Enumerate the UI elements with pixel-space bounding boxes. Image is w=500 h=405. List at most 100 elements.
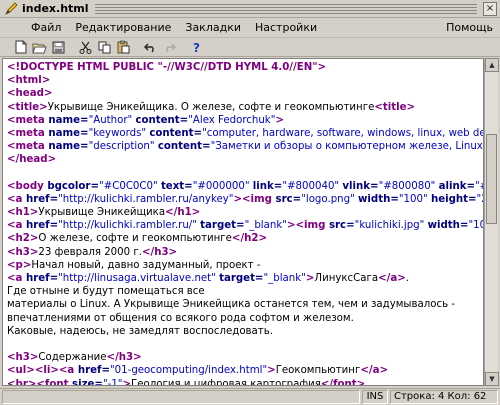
code-line: <meta name="Author" content="Alex Fedorc… xyxy=(7,114,483,127)
menu-bookmarks[interactable]: Закладки xyxy=(178,21,248,34)
code-lines: <!DOCTYPE HTML PUBLIC "-//W3C//DTD HYML … xyxy=(7,61,483,386)
code-token-tag: <a xyxy=(7,273,26,284)
code-line: <h2>О железе, софте и геокомпьютинге</h2… xyxy=(7,232,483,245)
status-message xyxy=(2,390,360,404)
code-token-val: "-1" xyxy=(102,378,123,386)
title-bar: index.html × xyxy=(0,0,500,18)
code-token-attr: content= xyxy=(135,114,189,126)
new-file-button[interactable] xyxy=(12,39,29,55)
scroll-up-arrow-icon[interactable]: ▲ xyxy=(485,58,499,72)
code-line: <meta name="description" content="Заметк… xyxy=(7,140,483,153)
code-token-tag: </a> xyxy=(378,273,406,284)
code-token-tag: </h3> xyxy=(141,246,178,258)
code-token-val: "100" xyxy=(398,193,431,205)
code-token-val: "http://kulichki.rambler.ru/" xyxy=(58,220,201,232)
code-token-attr: target= xyxy=(219,273,264,284)
paste-button[interactable] xyxy=(115,39,132,55)
close-window-button[interactable]: × xyxy=(483,1,497,16)
code-line: <a href="http://kulichki.rambler.ru/" ta… xyxy=(7,219,483,232)
code-token-tag: <h2> xyxy=(7,233,39,245)
code-token-txt: Содержание xyxy=(38,352,107,364)
save-button[interactable] xyxy=(50,39,67,55)
menu-settings[interactable]: Настройки xyxy=(248,21,324,34)
code-token-attr: content= xyxy=(149,127,203,139)
code-token-attr: bgcolor= xyxy=(47,180,99,192)
title-bar-grip xyxy=(94,3,477,14)
toolbar: ? xyxy=(0,38,500,57)
code-token-val: "_blank" xyxy=(263,273,306,284)
save-icon xyxy=(52,41,65,53)
code-token-txt: 23 февраля 2000 г. xyxy=(38,246,142,258)
code-token-attr: width= xyxy=(358,193,399,205)
vertical-scrollbar[interactable]: ▲ ▼ xyxy=(484,58,499,386)
code-editor[interactable]: <!DOCTYPE HTML PUBLIC "-//W3C//DTD HYML … xyxy=(2,58,484,386)
scrollbar-thumb[interactable] xyxy=(486,134,497,224)
code-token-tag: <meta xyxy=(7,127,49,139)
code-token-txt: Геокомпьютинг xyxy=(275,365,361,377)
code-token-tag: </h1> xyxy=(165,207,201,219)
code-token-val: "kulichiki.jpg" xyxy=(354,220,428,232)
code-line: Где отныне и будут помещаться все xyxy=(7,285,483,298)
code-token-attr: width= xyxy=(427,220,469,232)
paste-icon xyxy=(117,40,130,54)
code-token-tag: <title> xyxy=(374,101,416,113)
redo-button[interactable] xyxy=(161,39,178,55)
code-token-tag: <meta xyxy=(7,141,49,153)
code-token-tag: ><img xyxy=(286,220,329,232)
code-token-val: "http://kulichki.rambler.ru/anykey" xyxy=(58,193,234,205)
menu-bar: Файл Редактирование Закладки Настройки П… xyxy=(0,18,500,38)
code-line: <h1>Укрывище Эникейщика</h1> xyxy=(7,206,483,219)
menu-help[interactable]: Помощь xyxy=(439,21,500,34)
code-token-val: "computer, hardware, software, windows, … xyxy=(202,127,483,139)
code-token-tag: <h3> xyxy=(7,246,39,258)
code-token-tag: > xyxy=(275,114,284,126)
code-token-txt: материалы о Linux. А Укрывище Эникейщика… xyxy=(7,299,455,311)
help-icon: ? xyxy=(193,41,200,54)
code-token-tag: <p> xyxy=(7,259,32,271)
open-file-button[interactable] xyxy=(31,39,48,55)
code-token-tag: <h3> xyxy=(7,352,39,364)
code-line: </head> xyxy=(7,153,483,166)
code-line: <a href="http://kulichki.rambler.ru/anyk… xyxy=(7,193,483,206)
code-token-val: "#800040" xyxy=(282,180,343,192)
insert-mode-indicator[interactable]: INS xyxy=(362,390,388,404)
code-token-attr: alink= xyxy=(438,180,476,192)
code-token-tag: </h3> xyxy=(106,352,142,364)
code-token-txt: впечатлениями от общения со всякого рода… xyxy=(7,312,354,324)
code-token-attr: src= xyxy=(275,193,302,205)
copy-button[interactable] xyxy=(96,39,113,55)
code-token-val: "_blank" xyxy=(244,220,287,232)
code-line: <title>Укрывище Эникейщика. О железе, со… xyxy=(7,101,483,114)
menu-file[interactable]: Файл xyxy=(24,21,68,34)
code-token-val: "Alex Fedorchuk" xyxy=(188,114,276,126)
svg-text:?: ? xyxy=(193,41,200,54)
scroll-down-arrow-icon[interactable]: ▼ xyxy=(485,372,499,386)
code-line: <body bgcolor="#C0C0C0" text="#000000" l… xyxy=(7,180,483,193)
code-token-val: "#800080" xyxy=(378,180,439,192)
menu-edit[interactable]: Редактирование xyxy=(68,21,178,34)
code-token-attr: target= xyxy=(200,220,245,232)
code-token-txt: Укрывище Эникейщика xyxy=(38,207,166,219)
code-token-tag: <title> xyxy=(7,101,48,113)
code-token-tag: <a xyxy=(7,220,26,232)
code-token-attr: height= xyxy=(430,193,477,205)
code-line: <meta name="keywords" content="computer,… xyxy=(7,127,483,140)
code-token-txt: ЛинуксСага xyxy=(314,273,379,284)
code-line: <!DOCTYPE HTML PUBLIC "-//W3C//DTD HYML … xyxy=(7,61,483,74)
code-line: <br><font size="-1">Геология и цифровая … xyxy=(7,378,483,386)
code-line: <h3>23 февраля 2000 г.</h3> xyxy=(7,246,483,259)
code-token-tag: <a xyxy=(7,193,26,205)
help-button[interactable]: ? xyxy=(188,39,205,55)
code-token-txt: Начал новый, давно задуманный, проект - xyxy=(31,259,261,271)
code-token-val: "#000000" xyxy=(192,180,253,192)
code-token-tag: > xyxy=(267,365,276,377)
cut-button[interactable] xyxy=(77,39,94,55)
code-token-attr: href= xyxy=(25,273,59,284)
undo-button[interactable] xyxy=(142,39,159,55)
code-token-attr: content= xyxy=(157,141,211,153)
code-token-txt: Где отныне и будут помещаться все xyxy=(7,286,205,298)
code-token-attr: text= xyxy=(160,180,193,192)
code-token-tag: </font> xyxy=(320,378,366,386)
